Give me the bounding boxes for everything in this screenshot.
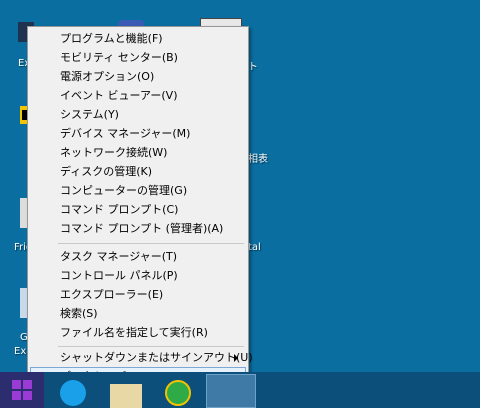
- chrome-icon[interactable]: [165, 380, 191, 406]
- menu-item-event-viewer[interactable]: イベント ビューアー(V): [30, 86, 246, 106]
- desktop-label-right-2[interactable]: 相表: [248, 150, 268, 165]
- desktop-label-ex-2[interactable]: Ex: [14, 346, 26, 357]
- menu-item-run[interactable]: ファイル名を指定して実行(R): [30, 323, 246, 343]
- windows-logo-icon: [12, 380, 32, 400]
- desktop-label-right-1[interactable]: ト: [248, 58, 258, 73]
- menu-item-computer-management[interactable]: コンピューターの管理(G): [30, 181, 246, 201]
- menu-item-device-manager[interactable]: デバイス マネージャー(M): [30, 124, 246, 144]
- menu-item-command-prompt[interactable]: コマンド プロンプト(C): [30, 200, 246, 220]
- menu-item-disk-management[interactable]: ディスクの管理(K): [30, 162, 246, 182]
- file-explorer-icon[interactable]: [110, 384, 142, 408]
- internet-explorer-icon[interactable]: [60, 380, 86, 406]
- menu-separator: [58, 243, 244, 244]
- menu-item-task-manager[interactable]: タスク マネージャー(T): [30, 247, 246, 267]
- menu-item-mobility-center[interactable]: モビリティ センター(B): [30, 48, 246, 68]
- menu-item-search[interactable]: 検索(S): [30, 304, 246, 324]
- menu-item-shutdown-signout[interactable]: シャットダウンまたはサインアウト(U): [30, 348, 253, 368]
- menu-item-control-panel[interactable]: コントロール パネル(P): [30, 266, 246, 286]
- active-app-icon[interactable]: [206, 374, 256, 408]
- menu-item-network-connections[interactable]: ネットワーク接続(W): [30, 143, 246, 163]
- start-button[interactable]: [0, 372, 44, 408]
- menu-item-power-options[interactable]: 電源オプション(O): [30, 67, 246, 87]
- menu-item-label: シャットダウンまたはサインアウト(U): [60, 351, 253, 364]
- submenu-arrow-icon: [234, 354, 238, 362]
- menu-separator: [58, 346, 244, 347]
- menu-item-file-explorer[interactable]: エクスプローラー(E): [30, 285, 246, 305]
- menu-item-programs-features[interactable]: プログラムと機能(F): [30, 29, 246, 49]
- desktop-label-tal[interactable]: tal: [248, 242, 261, 253]
- menu-item-system[interactable]: システム(Y): [30, 105, 246, 125]
- winx-context-menu: プログラムと機能(F) モビリティ センター(B) 電源オプション(O) イベン…: [27, 26, 253, 390]
- menu-item-command-prompt-admin[interactable]: コマンド プロンプト (管理者)(A): [30, 219, 246, 239]
